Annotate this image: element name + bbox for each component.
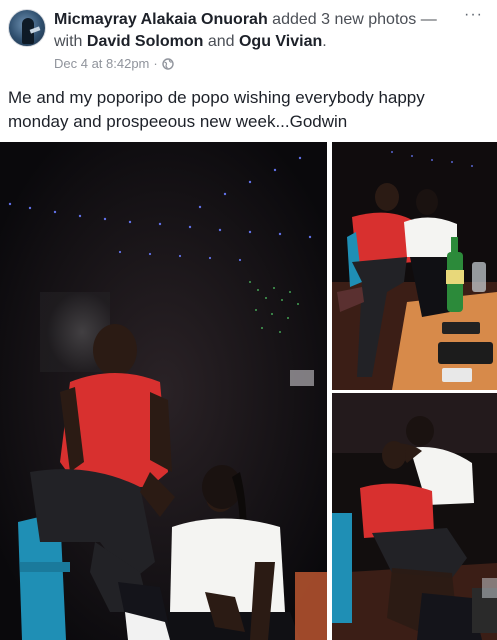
photo-grid — [0, 142, 497, 640]
couple-hugging-photo — [332, 393, 497, 640]
photo-top-right[interactable] — [332, 142, 497, 390]
conjunction-text: and — [207, 33, 235, 50]
post-header: Micmayray Alakaia Onuorah added 3 new ph… — [0, 0, 497, 80]
couple-table-bottle-photo — [332, 142, 497, 390]
meta-separator: · — [153, 56, 158, 71]
more-options-button[interactable]: ··· — [464, 6, 483, 24]
post-caption: Me and my poporipo de popo wishing every… — [8, 88, 425, 131]
tagged-person-link-2[interactable]: Ogu Vivian — [239, 33, 322, 50]
post-timestamp-link[interactable]: Dec 4 at 8:42pm — [54, 56, 149, 71]
author-avatar[interactable] — [8, 9, 46, 47]
author-name-link[interactable]: Micmayray Alakaia Onuorah — [54, 11, 268, 28]
end-punct: . — [322, 33, 327, 50]
photo-main[interactable] — [0, 142, 327, 640]
post-meta: Dec 4 at 8:42pm · — [54, 56, 174, 71]
globe-icon[interactable] — [162, 57, 174, 70]
photo-bottom-right[interactable] — [332, 393, 497, 640]
tagged-person-link-1[interactable]: David Solomon — [87, 33, 203, 50]
couple-seated-night-photo — [0, 142, 327, 640]
post-headline: Micmayray Alakaia Onuorah added 3 new ph… — [54, 9, 454, 53]
